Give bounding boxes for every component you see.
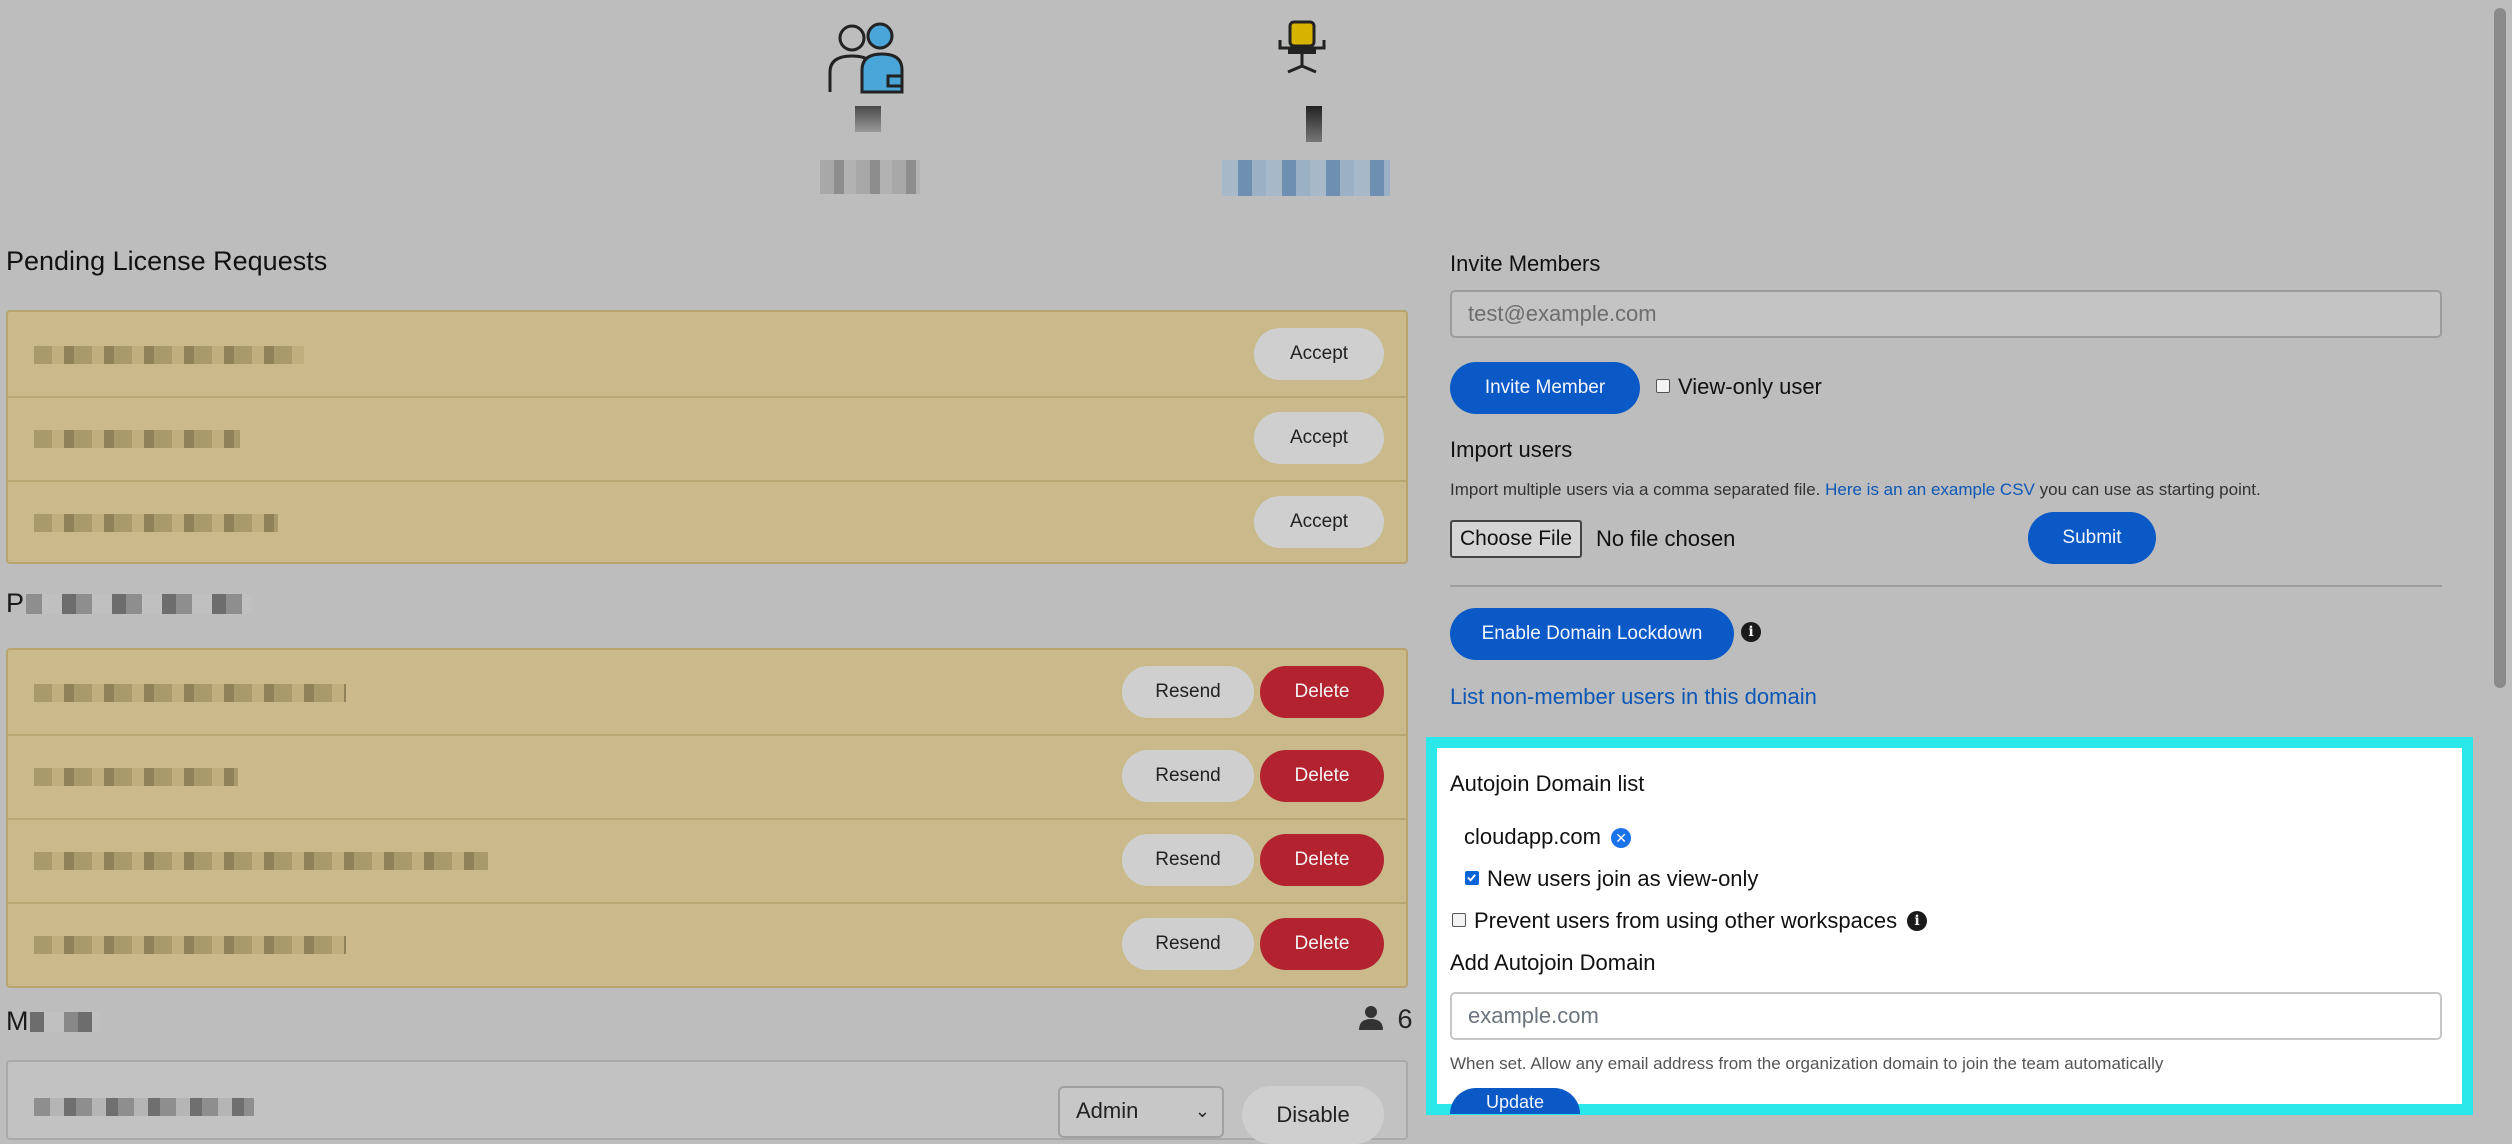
domain-chip: cloudapp.com ✕ (1464, 824, 1632, 850)
resend-button[interactable]: Resend (1122, 834, 1254, 886)
example-csv-link[interactable]: Here is an an example CSV (1825, 480, 2035, 499)
disable-button[interactable]: Disable (1242, 1086, 1384, 1144)
new-users-view-only-label: New users join as view-only (1487, 866, 1759, 891)
accept-button[interactable]: Accept (1254, 328, 1384, 380)
seat-chair-icon (1276, 20, 1328, 76)
autojoin-domain-panel: Autojoin Domain list cloudapp.com ✕ New … (1426, 737, 2473, 1115)
seats-stat-value (1306, 106, 1322, 142)
members-title: M (6, 1006, 29, 1036)
update-button[interactable]: Update (1450, 1088, 1580, 1114)
invite-members-title: Invite Members (1450, 251, 1601, 276)
redacted-text (26, 594, 252, 614)
delete-button[interactable]: Delete (1260, 918, 1384, 970)
remove-domain-icon[interactable]: ✕ (1611, 828, 1632, 849)
members-group-icon (826, 20, 908, 94)
scrollbar-thumb[interactable] (2494, 8, 2506, 688)
pending-invites-title: P (6, 588, 25, 618)
prevent-other-workspaces-label: Prevent users from using other workspace… (1474, 908, 1898, 933)
resend-button[interactable]: Resend (1122, 750, 1254, 802)
invite-member-button[interactable]: Invite Member (1450, 362, 1640, 414)
delete-button[interactable]: Delete (1260, 666, 1384, 718)
list-item: Accept (8, 480, 1406, 564)
pending-requests-title: Pending License Requests (6, 246, 328, 276)
autojoin-domain-list-title: Autojoin Domain list (1450, 771, 1645, 796)
redacted-text (34, 346, 304, 364)
redacted-text (34, 852, 488, 870)
view-only-user-label: View-only user (1678, 374, 1822, 399)
choose-file-button[interactable]: Choose File (1450, 520, 1583, 558)
list-item: Resend Delete (8, 734, 1406, 820)
list-item: Resend Delete (8, 902, 1406, 986)
info-icon[interactable]: i (1907, 911, 1927, 931)
members-stat-label (820, 160, 920, 194)
redacted-text (30, 1012, 100, 1032)
members-list: Admin ⌄ Disable (6, 1060, 1408, 1144)
redacted-text (34, 430, 240, 448)
import-users-description: Import multiple users via a comma separa… (1450, 480, 2261, 499)
view-only-user-checkbox[interactable] (1656, 379, 1670, 393)
member-count: 6 (1358, 1004, 1413, 1037)
delete-button[interactable]: Delete (1260, 750, 1384, 802)
list-item: Accept (8, 312, 1406, 398)
prevent-other-workspaces-checkbox[interactable] (1452, 913, 1466, 927)
autojoin-domain-input[interactable] (1450, 992, 2442, 1040)
divider (1450, 585, 2442, 587)
autojoin-help-text: When set. Allow any email address from t… (1450, 1054, 2164, 1073)
resend-button[interactable]: Resend (1122, 666, 1254, 718)
invite-email-input[interactable] (1450, 290, 2442, 338)
info-icon[interactable]: i (1741, 622, 1761, 642)
submit-button[interactable]: Submit (2028, 512, 2156, 564)
seats-stat-label (1222, 160, 1390, 196)
import-users-title: Import users (1450, 437, 1573, 462)
list-item: Resend Delete (8, 818, 1406, 904)
pending-invites-list: Resend Delete Resend Delete Resend Delet… (6, 648, 1408, 988)
list-item: Accept (8, 396, 1406, 482)
pending-requests-list: Accept Accept Accept (6, 310, 1408, 564)
accept-button[interactable]: Accept (1254, 412, 1384, 464)
resend-button[interactable]: Resend (1122, 918, 1254, 970)
delete-button[interactable]: Delete (1260, 834, 1384, 886)
redacted-text (34, 684, 346, 702)
redacted-text (34, 768, 238, 786)
list-item: Resend Delete (8, 650, 1406, 736)
redacted-text (34, 936, 346, 954)
enable-domain-lockdown-button[interactable]: Enable Domain Lockdown (1450, 608, 1734, 660)
person-icon (1358, 1004, 1384, 1037)
members-stat-value (855, 106, 881, 132)
add-autojoin-domain-title: Add Autojoin Domain (1450, 950, 1656, 975)
new-users-view-only-checkbox[interactable] (1465, 871, 1479, 885)
accept-button[interactable]: Accept (1254, 496, 1384, 548)
list-non-member-users-link[interactable]: List non-member users in this domain (1450, 684, 1817, 710)
no-file-chosen-label: No file chosen (1596, 526, 1736, 551)
role-select[interactable]: Admin ⌄ (1058, 1086, 1224, 1138)
chevron-down-icon: ⌄ (1194, 1101, 1210, 1121)
redacted-text (34, 514, 278, 532)
redacted-text (34, 1098, 254, 1116)
